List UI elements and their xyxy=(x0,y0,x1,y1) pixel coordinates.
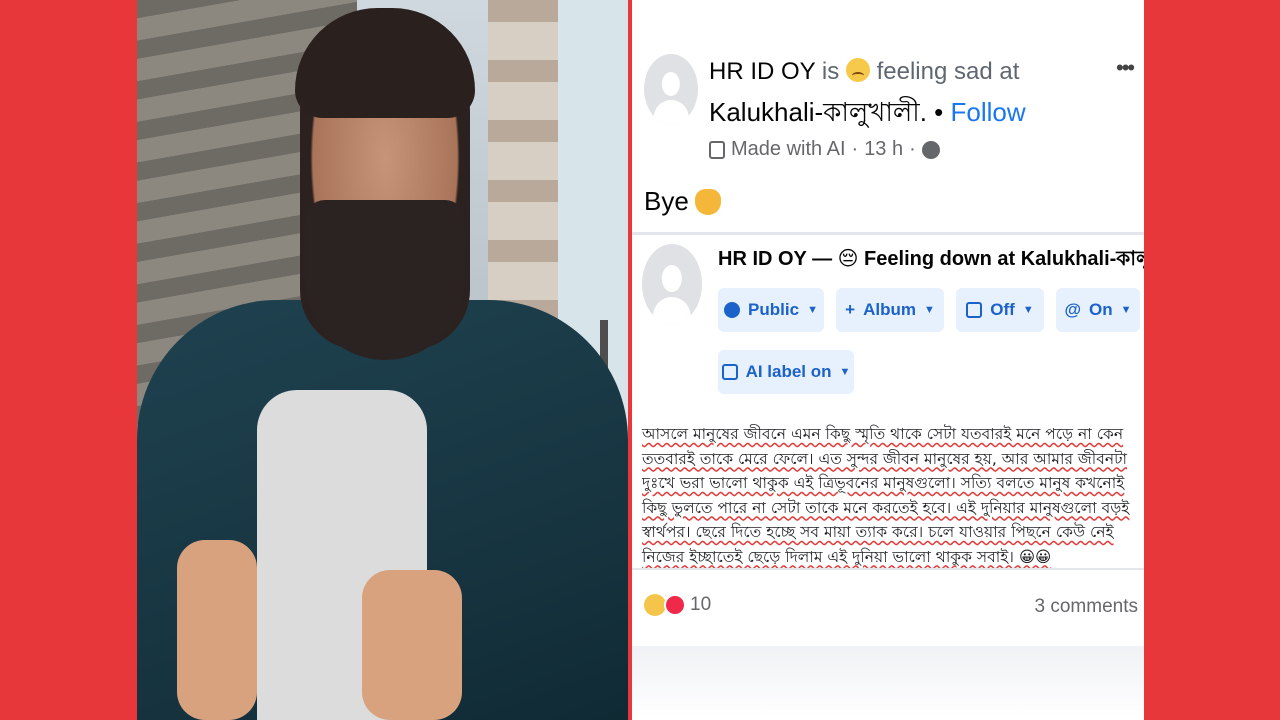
left-thumb-up xyxy=(177,540,257,720)
composer-header: HR ID OY — 😔 Feeling down at Kalukhali-ক… xyxy=(718,248,1144,270)
composer-text[interactable]: আসলে মানুষের জীবনে এমন কিছু স্মৃতি থাকে … xyxy=(642,422,1138,569)
separator: • xyxy=(934,97,944,127)
caret-down-icon: ▼ xyxy=(807,304,818,316)
reaction-count: 10 xyxy=(690,594,712,615)
sad-reaction-icon xyxy=(644,594,666,616)
divider-bottom xyxy=(632,568,1144,570)
ai-label-button[interactable]: AI label on ▼ xyxy=(718,350,854,394)
sad-face-icon xyxy=(845,58,870,82)
album-button[interactable]: + Album ▼ xyxy=(836,288,944,332)
right-thumb-up xyxy=(362,570,462,720)
post-message: Bye xyxy=(644,186,721,217)
made-with-ai-label[interactable]: Made with AI xyxy=(731,138,846,161)
divider xyxy=(632,232,1144,235)
plus-icon: + xyxy=(845,300,856,319)
person-beard xyxy=(305,200,465,360)
meta-dot: · xyxy=(851,138,859,160)
message-text: Bye xyxy=(644,186,689,216)
more-options-button[interactable]: ••• xyxy=(1116,55,1135,81)
composer-avatar xyxy=(642,244,702,324)
action-bar xyxy=(632,646,1144,720)
composer-text-content: আসলে মানুষের জীবনে এমন কিছু স্মৃতি থাকে … xyxy=(642,425,1130,566)
feeling-prefix: is xyxy=(821,58,840,85)
author-avatar[interactable] xyxy=(644,54,698,124)
location-link[interactable]: Kalukhali-কালুখালী. xyxy=(709,97,927,127)
threads-icon: @ xyxy=(1064,300,1082,319)
globe-icon xyxy=(921,140,940,159)
waving-hand-icon xyxy=(694,188,721,215)
ai-label-icon xyxy=(721,364,738,380)
instagram-toggle-button[interactable]: Off ▼ xyxy=(956,288,1044,332)
love-reaction-icon xyxy=(664,594,686,616)
post-time[interactable]: 13 h xyxy=(864,138,903,161)
post-meta: Made with AI · 13 h · xyxy=(709,138,940,161)
facebook-post: HR ID OY is feeling sad at Kalukhali-কাল… xyxy=(632,0,1144,720)
post-header-location: Kalukhali-কালুখালী. • Follow xyxy=(709,92,1026,136)
meta-dot-2: · xyxy=(909,138,916,160)
author-name[interactable]: HR ID OY xyxy=(709,58,815,85)
reactions-summary[interactable]: 10 xyxy=(644,594,711,616)
caret-down-icon: ▼ xyxy=(1120,304,1132,316)
audience-public-button[interactable]: Public ▼ xyxy=(718,288,824,332)
threads-toggle-button[interactable]: @ On ▼ xyxy=(1056,288,1140,332)
ai-label-icon xyxy=(709,140,725,159)
profile-photo xyxy=(137,0,628,720)
caret-down-icon: ▼ xyxy=(839,366,851,378)
follow-button[interactable]: Follow xyxy=(951,97,1026,127)
comments-count[interactable]: 3 comments xyxy=(1035,596,1138,618)
caret-down-icon: ▼ xyxy=(923,304,935,316)
instagram-icon xyxy=(966,302,983,318)
feeling-text: feeling sad at xyxy=(876,58,1020,85)
post-header: HR ID OY is feeling sad at xyxy=(709,58,1019,86)
globe-icon xyxy=(724,302,741,318)
caret-down-icon: ▼ xyxy=(1022,304,1034,316)
